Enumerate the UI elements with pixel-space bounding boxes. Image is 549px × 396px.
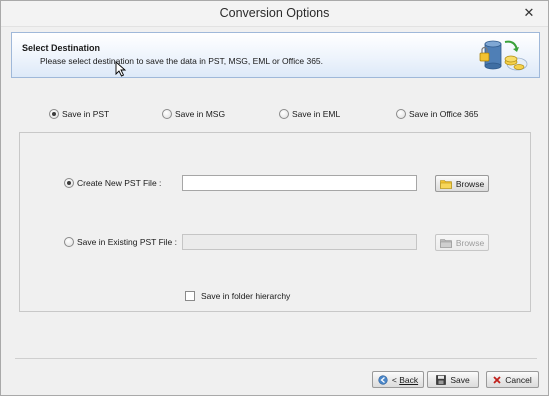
radio-button[interactable]	[279, 109, 289, 119]
create-new-pst-label: Create New PST File :	[77, 178, 162, 188]
back-label: Back	[399, 374, 419, 385]
close-icon[interactable]: ✕	[522, 6, 536, 20]
save-label: Save	[450, 374, 470, 385]
folder-icon	[440, 179, 452, 189]
title-bar: Conversion Options ✕	[1, 1, 548, 27]
folder-hierarchy-label: Save in folder hierarchy	[201, 291, 291, 301]
radio-button[interactable]	[49, 109, 59, 119]
browse-label: Browse	[455, 237, 485, 248]
folder-hierarchy-checkbox[interactable]	[185, 291, 195, 301]
radio-save-in-eml[interactable]: Save in EML	[279, 107, 340, 121]
radio-label: Save in MSG	[175, 109, 226, 119]
browse-existing-pst-button[interactable]: Browse	[435, 234, 489, 251]
banner-title: Select Destination	[22, 43, 101, 53]
select-destination-banner: Select Destination Please select destina…	[11, 32, 540, 78]
window-title: Conversion Options	[219, 6, 330, 20]
footer-divider	[15, 358, 537, 359]
folder-icon	[440, 238, 452, 248]
radio-create-new-pst[interactable]: Create New PST File :	[64, 176, 161, 190]
radio-button[interactable]	[162, 109, 172, 119]
radio-label: Save in Office 365	[409, 109, 479, 119]
floppy-disk-icon	[436, 374, 447, 385]
cancel-x-icon	[493, 375, 501, 384]
radio-save-in-office-365[interactable]: Save in Office 365	[396, 107, 478, 121]
radio-label: Save in PST	[62, 109, 110, 119]
mouse-cursor-icon	[115, 61, 127, 77]
radio-save-in-msg[interactable]: Save in MSG	[162, 107, 225, 121]
radio-button[interactable]	[64, 178, 74, 188]
existing-pst-path-input[interactable]	[182, 234, 417, 250]
back-arrow-icon	[378, 374, 388, 385]
browse-label: Browse	[455, 178, 485, 189]
save-existing-pst-label: Save in Existing PST File :	[77, 237, 177, 247]
storage-sync-icon	[479, 40, 528, 71]
cancel-label: Cancel	[505, 374, 532, 385]
folder-hierarchy-checkbox-row[interactable]: Save in folder hierarchy	[185, 289, 290, 303]
radio-save-in-pst[interactable]: Save in PST	[49, 107, 109, 121]
back-button[interactable]: < Back	[372, 371, 424, 388]
cancel-button[interactable]: Cancel	[486, 371, 539, 388]
banner-description: Please select destination to save the da…	[40, 56, 324, 66]
conversion-options-window: Conversion Options ✕ Select Destination …	[0, 0, 549, 396]
pst-options-panel	[19, 132, 531, 312]
radio-label: Save in EML	[292, 109, 341, 119]
new-pst-path-input[interactable]	[182, 175, 417, 191]
back-prefix: <	[391, 374, 400, 385]
radio-button[interactable]	[64, 237, 74, 247]
save-button[interactable]: Save	[427, 371, 479, 388]
browse-new-pst-button[interactable]: Browse	[435, 175, 489, 192]
radio-button[interactable]	[396, 109, 406, 119]
radio-save-existing-pst[interactable]: Save in Existing PST File :	[64, 235, 177, 249]
